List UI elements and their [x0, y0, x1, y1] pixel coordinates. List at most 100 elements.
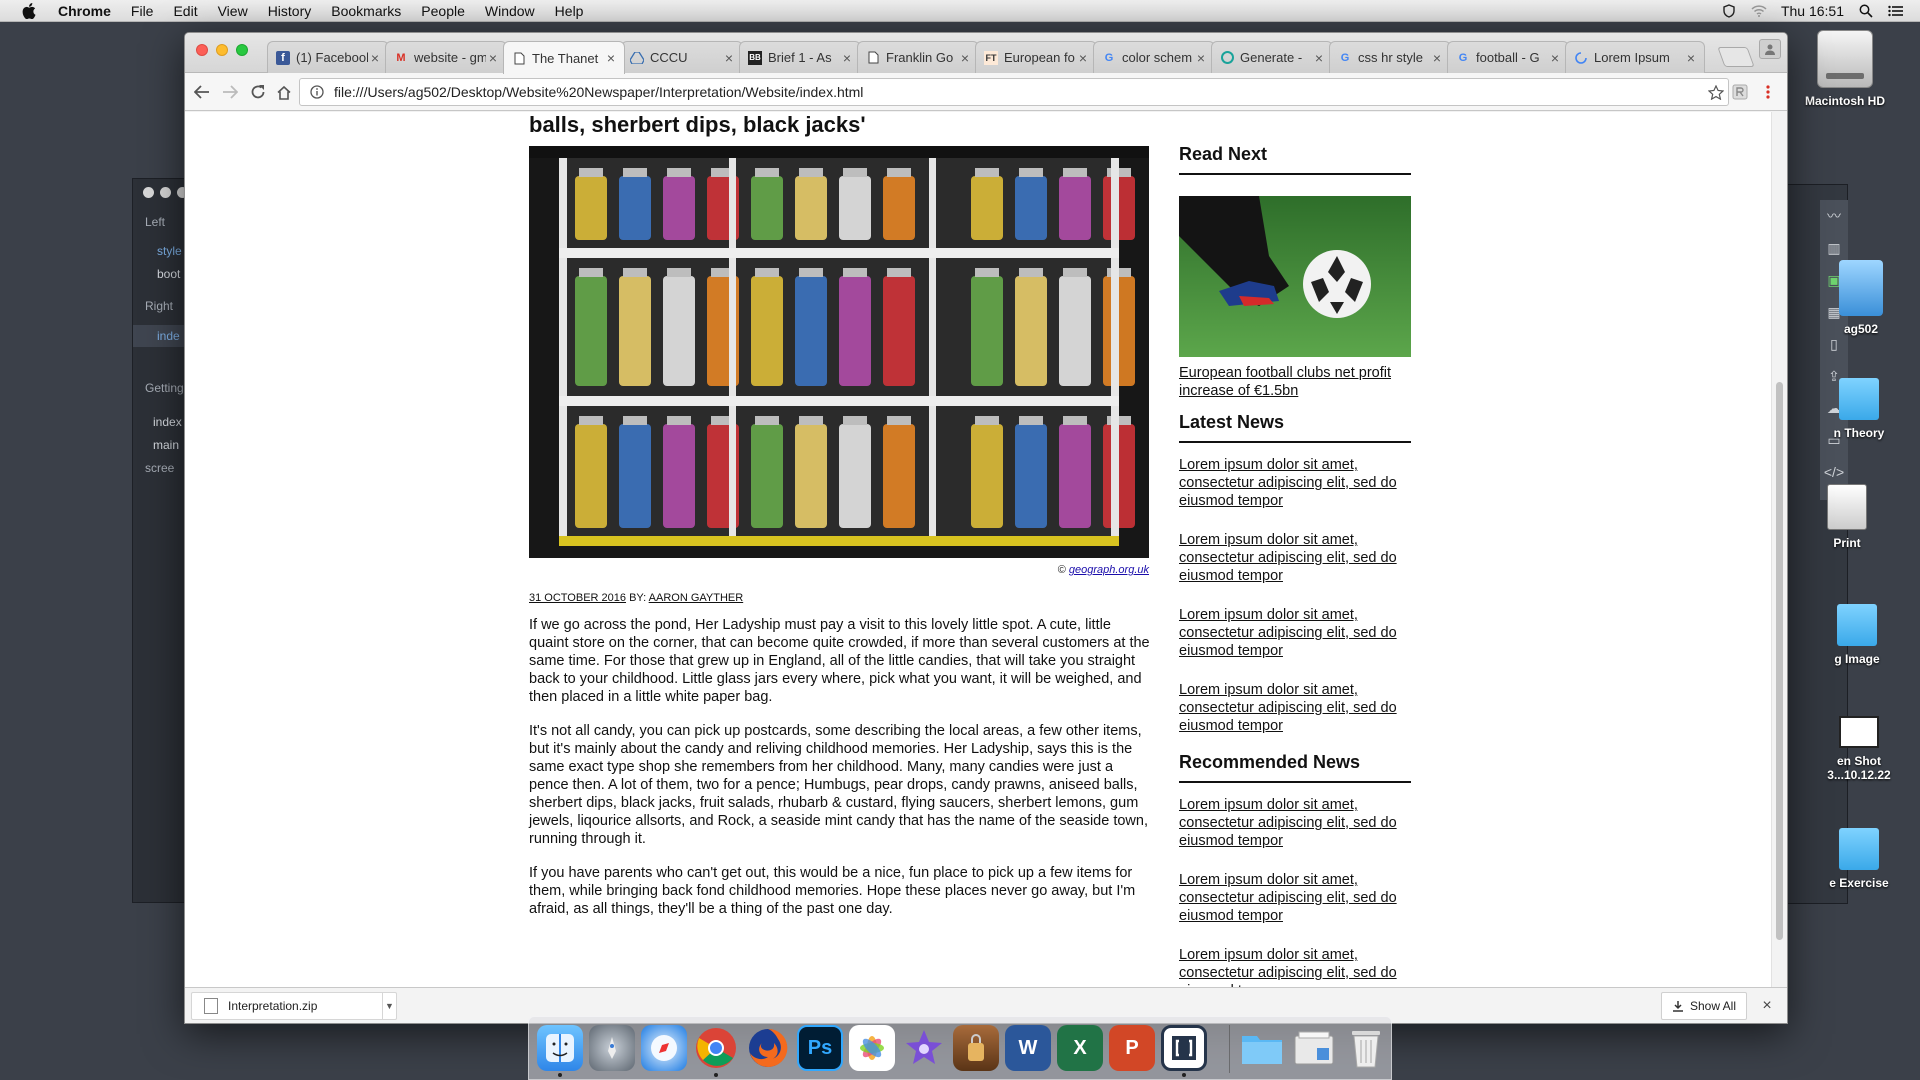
url-text[interactable]: file:///Users/ag502/Desktop/Website%20Ne…: [328, 84, 1704, 100]
desktop-icon-print[interactable]: Print: [1772, 484, 1920, 550]
menu-app-chrome[interactable]: Chrome: [48, 3, 121, 19]
dock-keychain-icon[interactable]: [953, 1025, 999, 1071]
dock-downloads-stack-icon[interactable]: [1291, 1025, 1337, 1071]
dock-folder-icon[interactable]: [1239, 1025, 1285, 1071]
tab-cccu[interactable]: CCCU ×: [621, 41, 743, 73]
notification-center-icon[interactable]: [1888, 3, 1904, 19]
tab-brief[interactable]: BB Brief 1 - As ×: [739, 41, 861, 73]
menu-window[interactable]: Window: [475, 3, 545, 19]
show-all-downloads-button[interactable]: Show All: [1660, 992, 1747, 1020]
address-bar[interactable]: file:///Users/ag502/Desktop/Website%20Ne…: [299, 78, 1729, 106]
editor-file-inde[interactable]: inde: [157, 329, 180, 343]
apple-icon[interactable]: [20, 2, 38, 20]
chrome-menu-icon[interactable]: [1759, 83, 1777, 101]
recommended-news-link[interactable]: Lorem ipsum dolor sit amet, consectetur …: [1179, 796, 1411, 850]
tab-close-icon[interactable]: ×: [1430, 50, 1444, 66]
editor-file-index[interactable]: index: [153, 415, 182, 429]
reload-icon[interactable]: [247, 81, 269, 103]
tab-close-icon[interactable]: ×: [722, 50, 736, 66]
article-date-link[interactable]: 31 OCTOBER 2016: [529, 592, 626, 604]
tab-close-icon[interactable]: ×: [1548, 50, 1562, 66]
credit-link[interactable]: geograph.org.uk: [1069, 564, 1149, 576]
dock-photos-icon[interactable]: [849, 1025, 895, 1071]
tab-european-football[interactable]: FT European fo ×: [975, 41, 1097, 73]
latest-news-link[interactable]: Lorem ipsum dolor sit amet, consectetur …: [1179, 681, 1411, 735]
info-icon[interactable]: [306, 85, 328, 99]
download-item[interactable]: Interpretation.zip ▼: [191, 992, 397, 1020]
extension-r-icon[interactable]: [1731, 83, 1749, 101]
dock-imovie-icon[interactable]: [901, 1025, 947, 1071]
dock-trash-icon[interactable]: [1343, 1025, 1389, 1071]
desktop-icon-theory[interactable]: n Theory: [1784, 378, 1920, 440]
tab-close-icon[interactable]: ×: [840, 50, 854, 66]
tab-football[interactable]: G football - G ×: [1447, 41, 1569, 73]
close-window-icon[interactable]: [196, 44, 208, 56]
read-next-link[interactable]: European football clubs net profit incre…: [1179, 364, 1411, 400]
dock-excel-icon[interactable]: X: [1057, 1025, 1103, 1071]
page-viewport[interactable]: balls, sherbert dips, black jacks' © geo…: [185, 112, 1773, 989]
latest-news-link[interactable]: Lorem ipsum dolor sit amet, consectetur …: [1179, 606, 1411, 660]
dock-firefox-icon[interactable]: [745, 1025, 791, 1071]
dock-safari-icon[interactable]: [641, 1025, 687, 1071]
tab-close-icon[interactable]: ×: [1312, 50, 1326, 66]
recommended-news-link[interactable]: Lorem ipsum dolor sit amet, consectetur …: [1179, 871, 1411, 925]
menubar-clock[interactable]: Thu 16:51: [1781, 3, 1844, 19]
dock-chrome-icon[interactable]: [693, 1025, 739, 1071]
read-next-thumbnail[interactable]: [1179, 196, 1411, 357]
close-downloads-icon[interactable]: ×: [1759, 997, 1775, 1014]
menu-view[interactable]: View: [208, 3, 258, 19]
tab-close-icon[interactable]: ×: [1684, 50, 1698, 66]
profile-icon[interactable]: [1759, 39, 1781, 59]
menu-people[interactable]: People: [411, 3, 475, 19]
tab-color-scheme[interactable]: G color schem ×: [1093, 41, 1215, 73]
tab-gmail[interactable]: M website - gmail ×: [385, 41, 507, 73]
dock-launchpad-icon[interactable]: [589, 1025, 635, 1071]
dock-brackets-icon[interactable]: [1161, 1025, 1207, 1071]
menu-bookmarks[interactable]: Bookmarks: [321, 3, 411, 19]
menu-file[interactable]: File: [121, 3, 164, 19]
wifi-icon[interactable]: [1751, 3, 1767, 19]
dock-finder-icon[interactable]: [537, 1025, 583, 1071]
tab-close-icon[interactable]: ×: [486, 50, 500, 66]
tab-close-icon[interactable]: ×: [1076, 50, 1090, 66]
forward-arrow-icon[interactable]: [219, 81, 241, 103]
minimize-window-icon[interactable]: [216, 44, 228, 56]
vpn-shield-icon[interactable]: [1721, 3, 1737, 19]
editor-folder-scree[interactable]: scree: [145, 461, 174, 475]
menu-history[interactable]: History: [258, 3, 322, 19]
dock-powerpoint-icon[interactable]: P: [1109, 1025, 1155, 1071]
article-author-link[interactable]: AARON GAYTHER: [649, 592, 744, 604]
new-tab-button[interactable]: [1717, 47, 1755, 67]
bookmark-star-icon[interactable]: [1704, 84, 1728, 100]
tab-css-hr-style[interactable]: G css hr style ×: [1329, 41, 1451, 73]
menu-edit[interactable]: Edit: [163, 3, 207, 19]
menu-help[interactable]: Help: [545, 3, 594, 19]
tab-generate[interactable]: Generate - ×: [1211, 41, 1333, 73]
tab-the-thanet[interactable]: The Thanet ×: [503, 41, 625, 74]
dock-photoshop-icon[interactable]: Ps: [797, 1025, 843, 1071]
chevron-down-icon[interactable]: ▼: [382, 993, 396, 1019]
spotlight-search-icon[interactable]: [1858, 3, 1874, 19]
dock-word-icon[interactable]: W: [1005, 1025, 1051, 1071]
article-hero-image[interactable]: [529, 146, 1149, 558]
latest-news-link[interactable]: Lorem ipsum dolor sit amet, consectetur …: [1179, 531, 1411, 585]
tab-lorem-ipsum[interactable]: Lorem Ipsum ×: [1565, 41, 1705, 73]
editor-file-boot[interactable]: boot: [157, 267, 180, 281]
desktop-icon-ag502[interactable]: ag502: [1786, 260, 1920, 336]
editor-file-style[interactable]: style: [157, 244, 182, 258]
editor-file-main[interactable]: main: [153, 438, 179, 452]
recommended-news-link[interactable]: Lorem ipsum dolor sit amet, consectetur …: [1179, 946, 1411, 989]
desktop-icon-exercise[interactable]: e Exercise: [1784, 828, 1920, 890]
tab-close-icon[interactable]: ×: [604, 50, 618, 66]
page-scrollbar[interactable]: [1771, 112, 1787, 989]
tab-close-icon[interactable]: ×: [1194, 50, 1208, 66]
tab-franklin[interactable]: Franklin Go ×: [857, 41, 979, 73]
desktop-icon-image[interactable]: g Image: [1782, 604, 1920, 666]
latest-news-link[interactable]: Lorem ipsum dolor sit amet, consectetur …: [1179, 456, 1411, 510]
tab-facebook[interactable]: f (1) Facebook ×: [267, 41, 389, 73]
tab-close-icon[interactable]: ×: [368, 50, 382, 66]
tab-close-icon[interactable]: ×: [958, 50, 972, 66]
home-icon[interactable]: [273, 81, 295, 103]
back-arrow-icon[interactable]: [191, 81, 213, 103]
scrollbar-thumb[interactable]: [1776, 382, 1783, 940]
